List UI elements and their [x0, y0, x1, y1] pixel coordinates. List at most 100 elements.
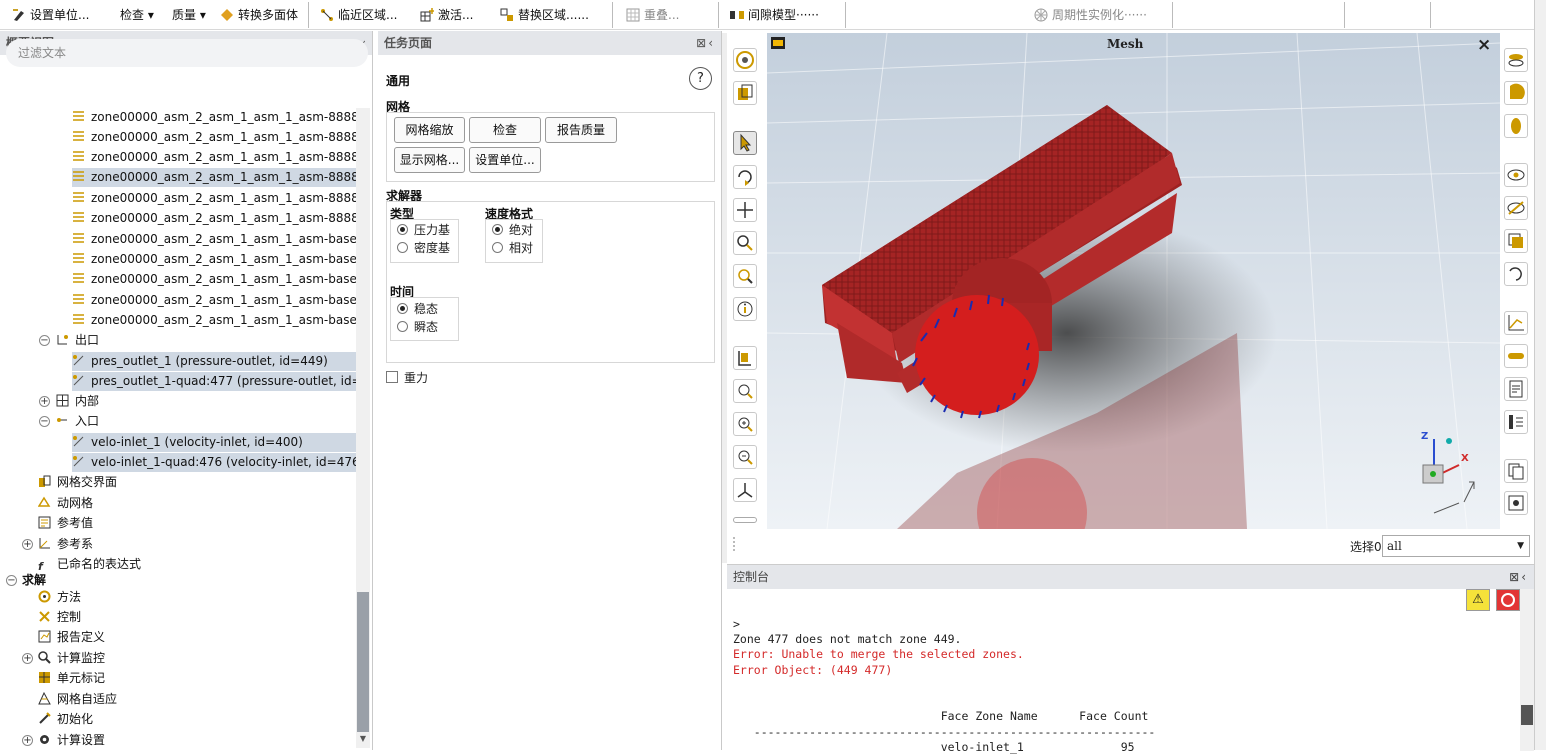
expand-toggle[interactable]: + [39, 396, 50, 407]
collapse-toggle[interactable]: − [39, 416, 50, 427]
display-mesh-button[interactable]: 显示网格... [394, 147, 465, 173]
warning-icon[interactable]: ⚠ [1466, 589, 1490, 611]
selection-dropdown[interactable]: all ▼ [1382, 535, 1530, 557]
collapse-toggle[interactable]: − [39, 335, 50, 346]
tree-item-outlet[interactable]: 出口 [56, 331, 256, 350]
tree-item-methods[interactable]: 方法 [38, 588, 298, 607]
transient-radio[interactable]: 瞬态 [397, 319, 438, 335]
tree-item-initialization[interactable]: 初始化 [38, 710, 298, 729]
panel-controls-icon[interactable]: ⊠‹ [1509, 565, 1528, 589]
document-icon[interactable] [1504, 377, 1528, 401]
expand-toggle[interactable]: + [22, 539, 33, 550]
fit-view-tool[interactable] [733, 346, 757, 370]
more-tools-handle[interactable] [733, 517, 757, 523]
convert-polyhedra-button[interactable]: 转换多面体 [220, 5, 298, 25]
zoom-to-fit-tool[interactable] [733, 379, 757, 403]
view-top-icon[interactable] [1504, 48, 1528, 72]
tree-item-interior[interactable]: 内部 [56, 392, 256, 411]
tree-item-reference-values[interactable]: 参考值 [38, 514, 298, 533]
mesh-check-button[interactable]: 检查 [469, 117, 541, 143]
activate-button[interactable]: 激活... [420, 5, 473, 25]
tree-item-mesh-interfaces[interactable]: 网格交界面 [38, 473, 298, 492]
gravity-checkbox[interactable]: 重力 [386, 370, 428, 386]
toggle-icon[interactable] [1504, 344, 1528, 368]
hide-eye-icon[interactable] [1504, 196, 1528, 220]
tree-item-velo-inlet[interactable]: velo-inlet_1 (velocity-inlet, id=400) [72, 433, 356, 452]
copy-window-icon[interactable] [1504, 459, 1528, 483]
overlap-button[interactable]: 重叠... [626, 5, 679, 25]
layers-icon[interactable] [1504, 229, 1528, 253]
stop-icon[interactable] [1496, 589, 1520, 611]
set-units-task-button[interactable]: 设置单位... [469, 147, 541, 173]
tree-item-mesh-adaption[interactable]: 网格自适应 [38, 690, 298, 709]
expand-toggle[interactable]: + [22, 735, 33, 746]
check-menu[interactable]: 检查 ▾ [120, 5, 154, 25]
view-front-icon[interactable] [1504, 114, 1528, 138]
help-button[interactable]: ? [689, 67, 712, 90]
density-based-radio[interactable]: 密度基 [397, 240, 450, 256]
tree-item-pres-outlet-quad[interactable]: pres_outlet_1-quad:477 (pressure-outlet,… [72, 372, 356, 391]
eye-icon[interactable] [1504, 163, 1528, 187]
pan-tool[interactable] [733, 198, 757, 222]
periodic-instancing-button[interactable]: 周期性实例化······ [1034, 5, 1147, 25]
steady-radio[interactable]: 稳态 [397, 301, 438, 317]
tree-item-velo-inlet-quad[interactable]: velo-inlet_1-quad:476 (velocity-inlet, i… [72, 453, 356, 472]
zoom-box-tool[interactable] [733, 264, 757, 288]
tree-item-report-definitions[interactable]: 报告定义 [38, 628, 298, 647]
zoom-in-out-tool[interactable] [733, 231, 757, 255]
plot-icon[interactable] [1504, 311, 1528, 335]
mesh-scale-button[interactable]: 网格缩放 [394, 117, 465, 143]
tree-item-inlet[interactable]: 入口 [56, 412, 256, 431]
tree-item-zone[interactable]: zone00000_asm_2_asm_1_asm_1_asm-88888888 [72, 128, 356, 147]
tree-item-controls[interactable]: 控制 [38, 608, 298, 627]
tree-item-zone[interactable]: zone00000_asm_2_asm_1_asm_1_asm-88888888 [72, 209, 356, 228]
tree-item-cell-registers[interactable]: 单元标记 [38, 669, 298, 688]
splitter[interactable] [722, 33, 727, 563]
rotate-tool[interactable] [733, 165, 757, 189]
zoom-out-icon[interactable] [733, 445, 757, 469]
tree-item-zone[interactable]: zone00000_asm_2_asm_1_asm_1_asm-baseplat… [72, 270, 356, 289]
info-icon[interactable] [733, 297, 757, 321]
report-quality-button[interactable]: 报告质量 [545, 117, 617, 143]
set-units-button[interactable]: 设置单位... [12, 5, 89, 25]
adjacent-zones-button[interactable]: 临近区域... [320, 5, 397, 25]
tree-item-reference-frames[interactable]: 参考系 [38, 535, 298, 554]
absolute-radio[interactable]: 绝对 [492, 222, 533, 238]
expand-toggle[interactable]: + [22, 653, 33, 664]
zoom-in-icon[interactable] [733, 412, 757, 436]
console-scrollbar-thumb[interactable] [1521, 705, 1533, 725]
tree-item-zone-selected[interactable]: zone00000_asm_2_asm_1_asm_1_asm-88888888 [72, 168, 356, 187]
record-icon[interactable] [1504, 491, 1528, 515]
select-pointer-tool[interactable] [733, 131, 757, 155]
tree-item-zone[interactable]: zone00000_asm_2_asm_1_asm_1_asm-88888888 [72, 189, 356, 208]
scroll-down-arrow[interactable]: ▼ [357, 734, 369, 748]
tree-item-zone[interactable]: zone00000_asm_2_asm_1_asm_1_asm-baseplat… [72, 250, 356, 269]
quality-menu[interactable]: 质量 ▾ [172, 5, 206, 25]
undo-view-icon[interactable] [1504, 262, 1528, 286]
relative-radio[interactable]: 相对 [492, 240, 533, 256]
tree-item-zone[interactable]: zone00000_asm_2_asm_1_asm_1_asm-baseplat… [72, 291, 356, 310]
panel-controls-icon[interactable]: ⊠‹ [696, 31, 715, 55]
pressure-based-radio[interactable]: 压力基 [397, 222, 450, 238]
tree-item-monitors[interactable]: 计算监控 [38, 649, 298, 668]
axes-view-tool[interactable] [733, 478, 757, 502]
legend-icon[interactable] [1504, 410, 1528, 434]
outline-scrollbar-thumb[interactable] [357, 592, 369, 732]
tree-item-zone[interactable]: zone00000_asm_2_asm_1_asm_1_asm-88888888 [72, 148, 356, 167]
graphics-viewport[interactable]: Mesh × Z X [767, 33, 1500, 529]
gap-model-button[interactable]: 间隙模型······ [730, 5, 819, 25]
filter-text-input[interactable]: 过滤文本 [6, 39, 368, 67]
tree-item-zone[interactable]: zone00000_asm_2_asm_1_asm_1_asm-baseplat… [72, 230, 356, 249]
tree-item-dynamic-mesh[interactable]: 动网格 [38, 494, 298, 513]
view-copy-tool[interactable] [733, 81, 757, 105]
mesh-display-tool[interactable] [733, 48, 757, 72]
tree-item-calculation-activities[interactable]: 计算设置 [38, 731, 298, 750]
view-side-icon[interactable] [1504, 81, 1528, 105]
collapse-toggle[interactable]: − [6, 575, 17, 586]
replace-zone-button[interactable]: 替换区域...... [500, 5, 589, 25]
tree-item-pres-outlet[interactable]: pres_outlet_1 (pressure-outlet, id=449) [72, 352, 356, 371]
tree-item-zone[interactable]: zone00000_asm_2_asm_1_asm_1_asm-baseplat… [72, 311, 356, 330]
tree-item-zone[interactable]: zone00000_asm_2_asm_1_asm_1_asm-88888888 [72, 108, 356, 127]
grip-handle[interactable] [733, 537, 739, 551]
close-icon[interactable]: × [1477, 35, 1491, 55]
